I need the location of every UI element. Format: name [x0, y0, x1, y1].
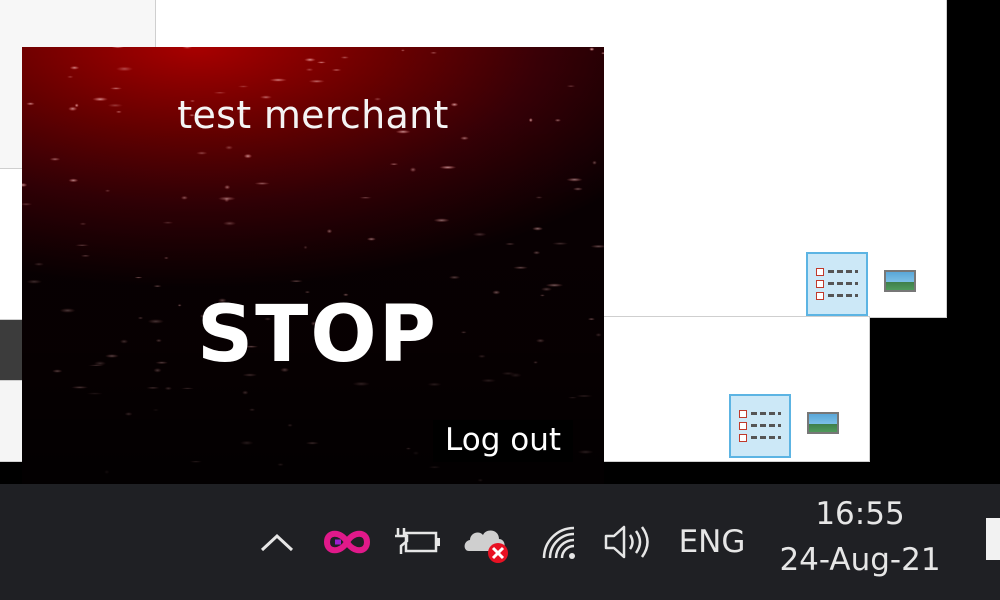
- notification-button[interactable]: [986, 518, 1000, 560]
- desktop: test merchant STOP Log out ENG 16:55 24-…: [0, 0, 1000, 600]
- chevron-up-icon: [260, 533, 294, 552]
- show-hidden-icons-button[interactable]: [256, 524, 298, 560]
- infinity-app-icon: [323, 530, 371, 554]
- volume-icon: [604, 525, 649, 559]
- tray-app-button[interactable]: [318, 522, 376, 562]
- onedrive-button[interactable]: [460, 520, 516, 566]
- merchant-popup: test merchant STOP Log out: [22, 47, 604, 484]
- clock-button[interactable]: 16:55 24-Aug-21: [770, 494, 950, 578]
- network-button[interactable]: [536, 520, 584, 564]
- clock-time: 16:55: [815, 496, 905, 532]
- wifi-icon: [542, 526, 575, 559]
- taskbar: ENG 16:55 24-Aug-21: [0, 484, 1000, 600]
- merchant-name: test merchant: [177, 93, 449, 137]
- volume-button[interactable]: [598, 520, 656, 564]
- details-view-button[interactable]: [729, 394, 791, 458]
- explorer-window[interactable]: [598, 316, 870, 462]
- clock-date: 24-Aug-21: [779, 542, 941, 578]
- stop-button[interactable]: STOP: [197, 290, 438, 380]
- input-language-button[interactable]: ENG: [672, 520, 752, 564]
- large-icons-view-button[interactable]: [803, 407, 843, 439]
- battery-plug-icon: [395, 528, 440, 554]
- picture-icon: [807, 412, 839, 434]
- large-icons-view-button[interactable]: [880, 265, 920, 297]
- details-view-button[interactable]: [806, 252, 868, 316]
- power-status-button[interactable]: [388, 522, 446, 562]
- onedrive-error-icon: [464, 530, 508, 563]
- logout-button[interactable]: Log out: [433, 420, 573, 462]
- picture-icon: [884, 270, 916, 292]
- details-view-icon: [816, 268, 858, 300]
- details-view-icon: [739, 410, 781, 442]
